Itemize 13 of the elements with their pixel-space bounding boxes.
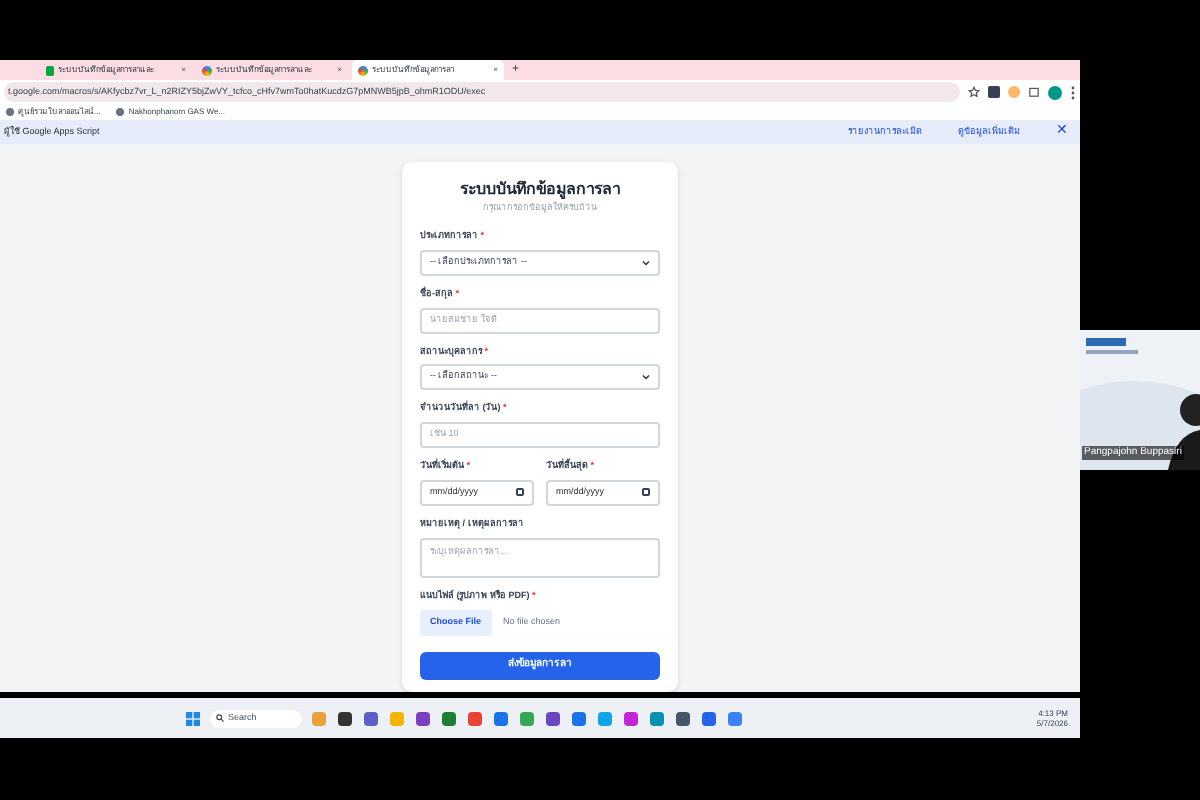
chevron-icon (642, 374, 650, 381)
chevron-icon (642, 259, 650, 266)
search-icon (216, 714, 224, 722)
avatar-icon[interactable] (1048, 85, 1062, 100)
script-icon (202, 65, 212, 76)
star-icon[interactable] (968, 86, 980, 99)
sheet-icon (46, 65, 54, 76)
script-icon (358, 65, 368, 76)
start-icon[interactable] (186, 711, 200, 725)
menu-icon[interactable] (1070, 85, 1076, 100)
form-title: ระบบบันทึกข้อมูลการลา (458, 178, 622, 202)
calendar-icon (516, 488, 524, 497)
calendar-icon (642, 488, 650, 497)
